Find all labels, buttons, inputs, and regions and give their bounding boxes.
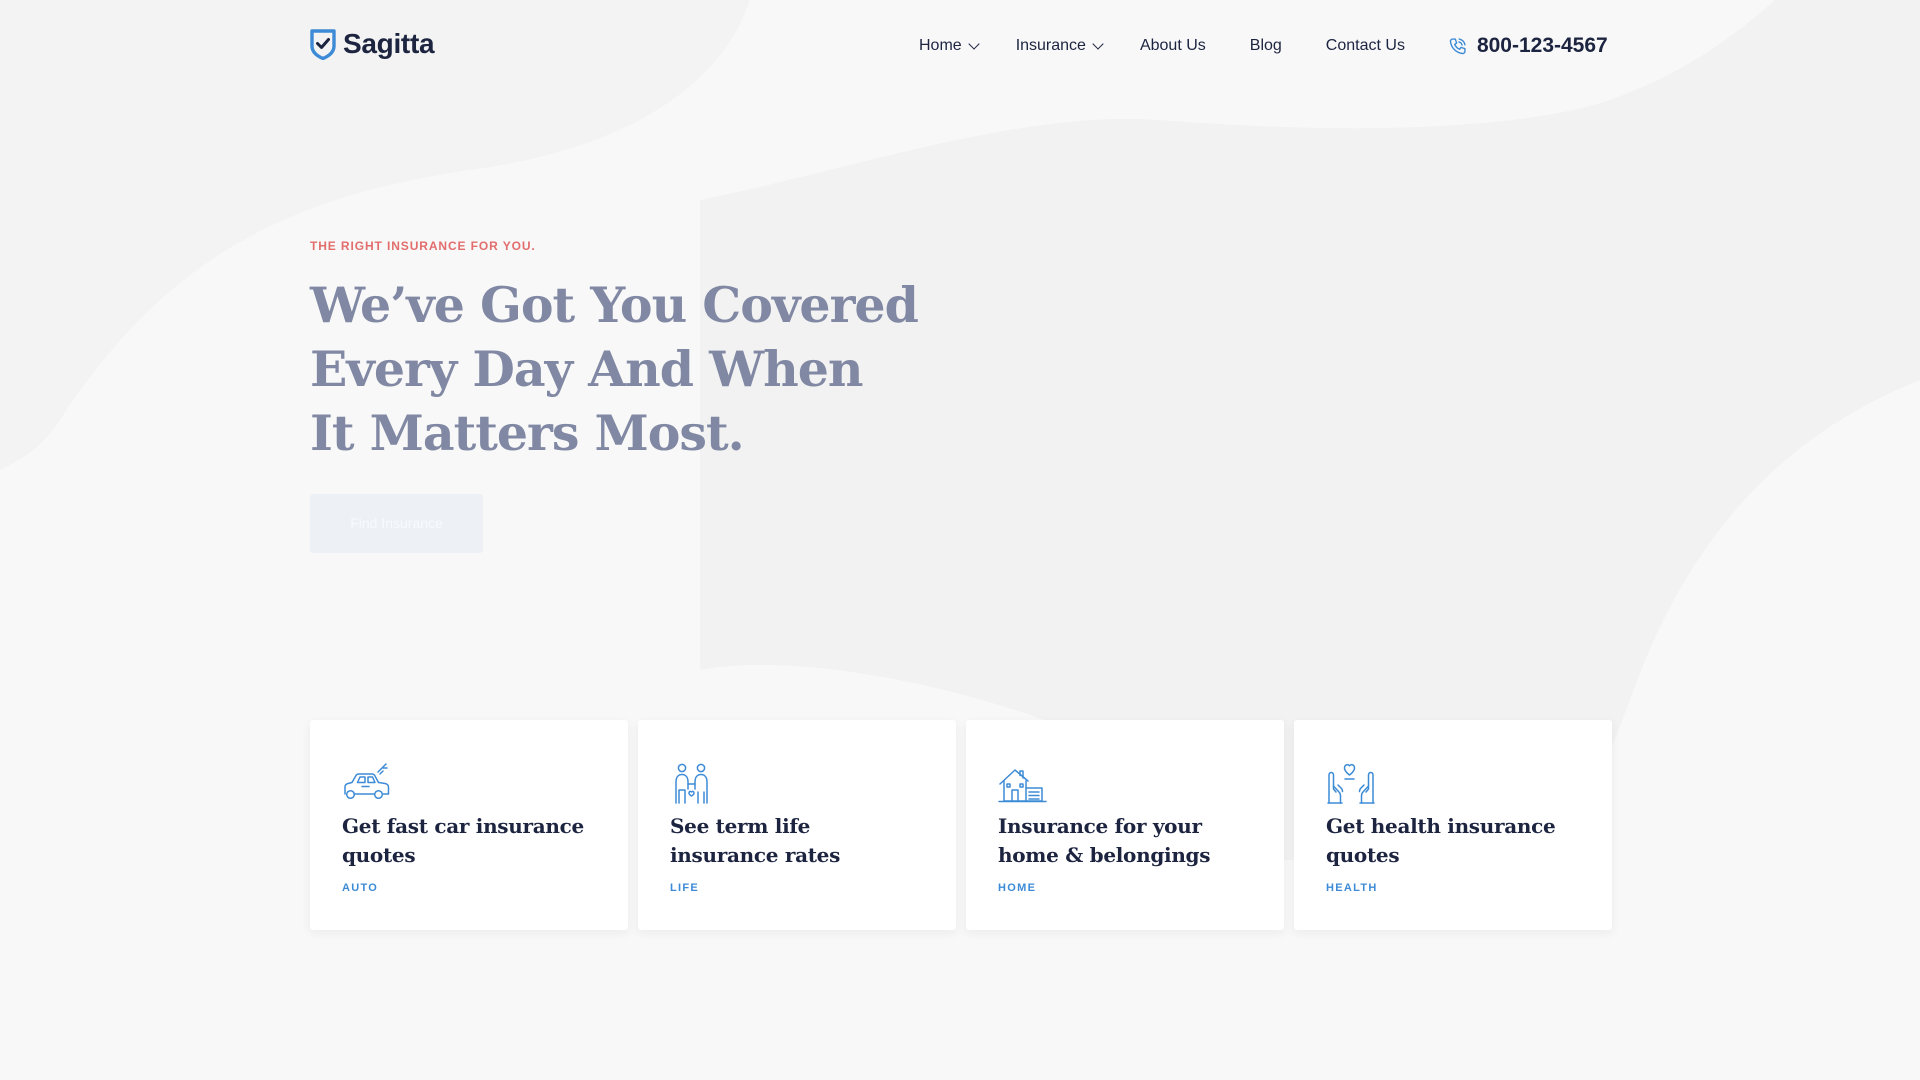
card-auto-title: Get fast car insurance quotes (342, 814, 584, 867)
nav-home[interactable]: Home (919, 37, 980, 55)
shield-check-icon (310, 28, 336, 60)
card-life-tag: LIFE (670, 882, 700, 894)
card-auto-tag: AUTO (342, 882, 379, 894)
brand-name: Sagitta (343, 28, 435, 59)
card-home-title: Insurance for your home & belongings (998, 814, 1211, 867)
nav-contact-us-label: Contact Us (1325, 37, 1405, 54)
house-icon (998, 769, 1047, 803)
chevron-down-icon (968, 37, 980, 50)
family-icon (675, 763, 708, 804)
card-auto[interactable]: Get fast car insurance quotes AUTO (310, 720, 628, 930)
nav-insurance[interactable]: Insurance (1015, 37, 1104, 55)
site-header: Sagitta Home Insurance About Us Blog Con… (0, 0, 1920, 90)
hero-eyebrow: THE RIGHT INSURANCE FOR YOU. (310, 239, 536, 253)
hero-headline-line-2: Every Day And When (310, 340, 864, 398)
nav-home-label: Home (919, 37, 962, 54)
health-hands-heart-icon (1327, 763, 1375, 804)
card-life[interactable]: See term life insurance rates LIFE (638, 720, 956, 930)
hero-headline: We’ve Got You Covered Every Day And When… (310, 273, 950, 465)
main-nav: Home Insurance About Us Blog Contact Us … (919, 34, 1608, 58)
hero-headline-line-1: We’ve Got You Covered (310, 276, 919, 334)
nav-about-us-label: About Us (1139, 37, 1206, 54)
car-icon (344, 763, 390, 800)
logo[interactable]: Sagitta (310, 28, 435, 60)
nav-about-us[interactable]: About Us (1140, 37, 1206, 55)
nav-blog-label: Blog (1249, 37, 1282, 54)
nav-insurance-label: Insurance (1015, 37, 1086, 54)
hero-headline-line-3: It Matters Most. (310, 404, 745, 462)
nav-blog[interactable]: Blog (1250, 37, 1282, 55)
hero: THE RIGHT INSURANCE FOR YOU. We’ve Got Y… (310, 239, 950, 553)
card-health-title: Get health insurance quotes (1326, 814, 1556, 867)
phone-number: 800-123-4567 (1476, 34, 1608, 57)
insurance-cards: Get fast car insurance quotes AUTO See t… (310, 720, 1612, 930)
card-health-tag: HEALTH (1326, 882, 1378, 894)
card-home[interactable]: Insurance for your home & belongings HOM… (966, 720, 1284, 930)
card-health[interactable]: Get health insurance quotes HEALTH (1294, 720, 1612, 930)
phone-link[interactable]: 800-123-4567 (1447, 34, 1608, 58)
chevron-down-icon (1092, 37, 1104, 50)
card-life-title: See term life insurance rates (670, 814, 841, 867)
nav-contact-us[interactable]: Contact Us (1326, 37, 1405, 55)
card-home-tag: HOME (998, 882, 1037, 894)
phone-icon (1449, 37, 1466, 54)
find-insurance-button[interactable]: Find Insurance (310, 494, 483, 553)
